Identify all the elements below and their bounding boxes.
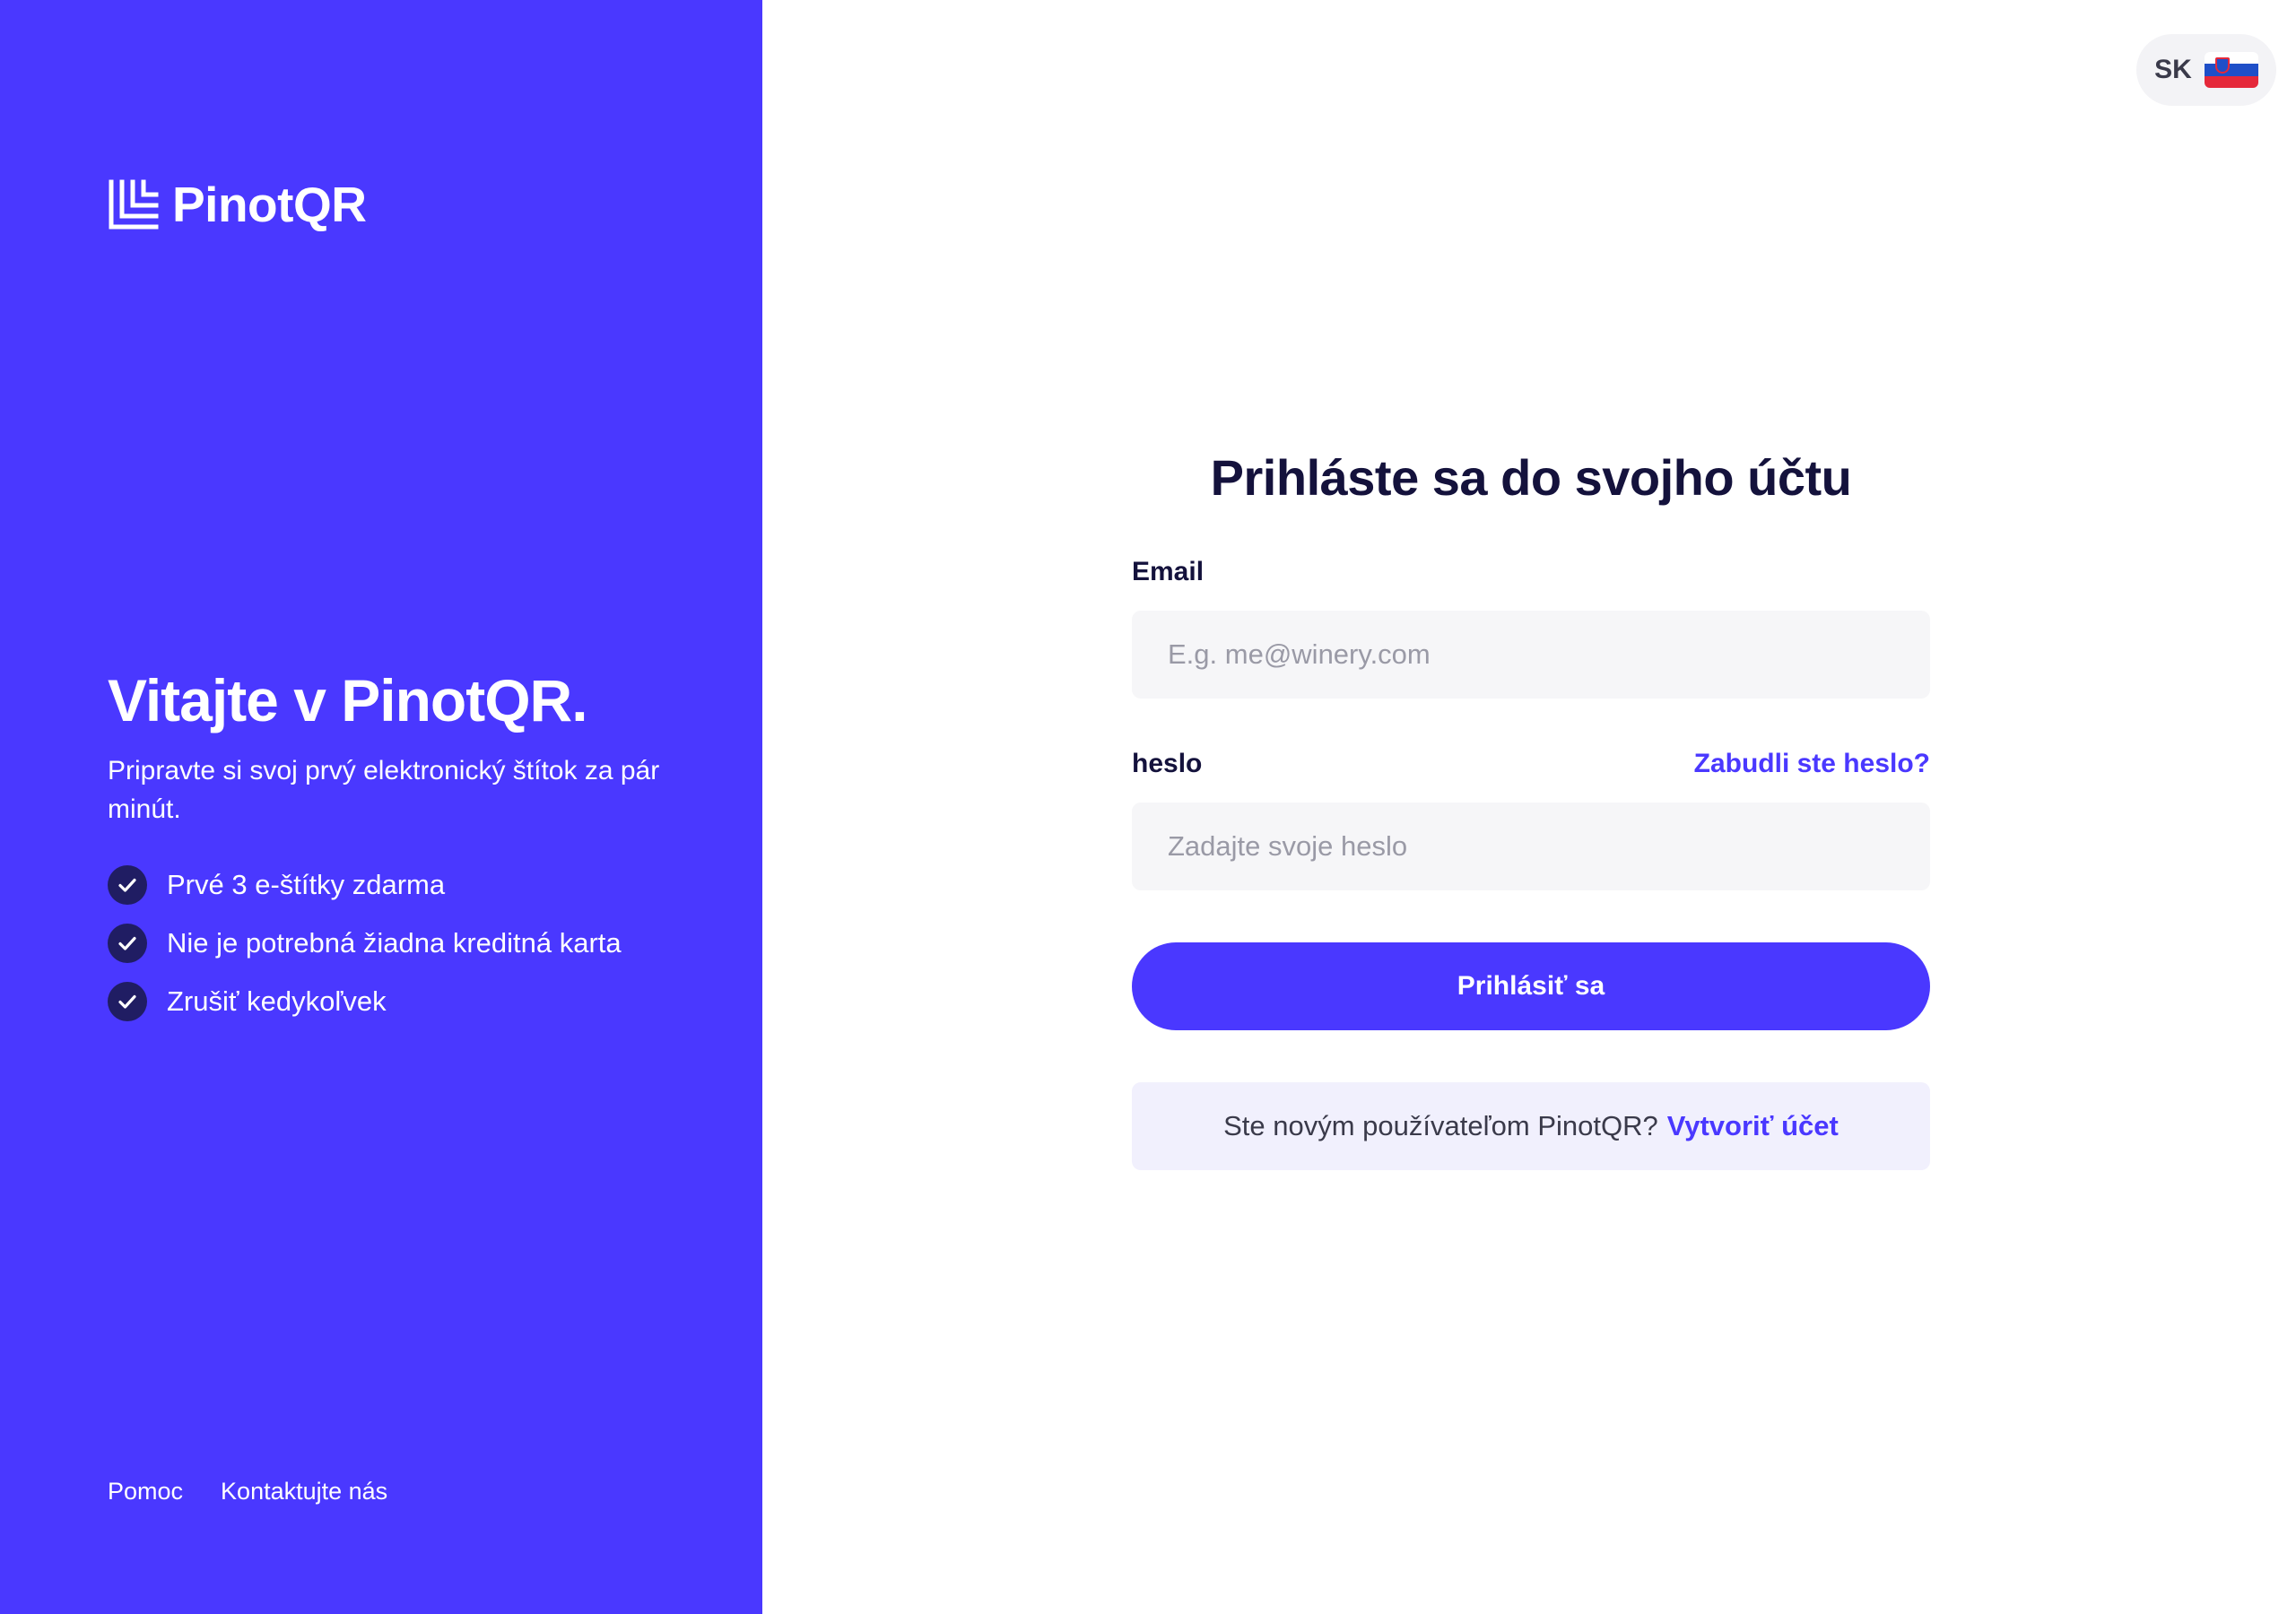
language-code: SK — [2154, 55, 2192, 84]
slovakia-flag-icon — [2204, 52, 2258, 88]
password-group: heslo Zabudli ste heslo? — [1132, 749, 1930, 890]
feature-label: Zrušiť kedykoľvek — [167, 985, 387, 1017]
brand-name: PinotQR — [172, 177, 367, 232]
checkmark-icon — [108, 864, 147, 905]
contact-link[interactable]: Kontaktujte nás — [221, 1478, 387, 1506]
welcome-title: Vitajte v PinotQR. — [108, 667, 588, 733]
feature-label: Prvé 3 e-štítky zdarma — [167, 868, 446, 900]
email-label: Email — [1132, 557, 1205, 586]
footer-links: Pomoc Kontaktujte nás — [108, 1478, 387, 1506]
pinotqr-logo-icon — [109, 179, 159, 230]
welcome-subtitle: Pripravte si svoj prvý elektronický štít… — [108, 755, 660, 825]
login-area: SK Prihláste sa do svojho účtu Email hes… — [762, 0, 2296, 1614]
email-group: Email — [1132, 557, 1930, 699]
password-field[interactable] — [1132, 803, 1930, 890]
feature-item: Prvé 3 e-štítky zdarma — [108, 864, 664, 905]
help-link[interactable]: Pomoc — [108, 1478, 183, 1506]
password-label: heslo — [1132, 749, 1203, 778]
welcome-panel: PinotQR Vitajte v PinotQR. Pripravte si … — [0, 0, 762, 1614]
feature-list: Prvé 3 e-štítky zdarma Nie je potrebná ž… — [108, 864, 664, 1021]
login-form: Prihláste sa do svojho účtu Email heslo … — [1132, 448, 1930, 1170]
checkmark-icon — [108, 981, 147, 1021]
login-button[interactable]: Prihlásiť sa — [1132, 942, 1930, 1030]
login-page: PinotQR Vitajte v PinotQR. Pripravte si … — [0, 0, 2296, 1614]
welcome-section: Vitajte v PinotQR. Pripravte si svoj prv… — [108, 668, 664, 1040]
brand-logo[interactable]: PinotQR — [108, 176, 367, 233]
email-field[interactable] — [1132, 611, 1930, 699]
form-title: Prihláste sa do svojho účtu — [1210, 449, 1852, 506]
feature-label: Nie je potrebná žiadna kreditná karta — [167, 926, 622, 959]
forgot-password-link[interactable]: Zabudli ste heslo? — [1694, 749, 1930, 779]
signup-prompt-box: Ste novým používateľom PinotQR? Vytvoriť… — [1132, 1082, 1930, 1170]
create-account-link[interactable]: Vytvoriť účet — [1667, 1110, 1839, 1142]
feature-item: Zrušiť kedykoľvek — [108, 981, 664, 1021]
language-switcher[interactable]: SK — [2136, 34, 2276, 106]
signup-prompt-text: Ste novým používateľom PinotQR? — [1223, 1110, 1658, 1141]
checkmark-icon — [108, 923, 147, 963]
feature-item: Nie je potrebná žiadna kreditná karta — [108, 923, 664, 963]
